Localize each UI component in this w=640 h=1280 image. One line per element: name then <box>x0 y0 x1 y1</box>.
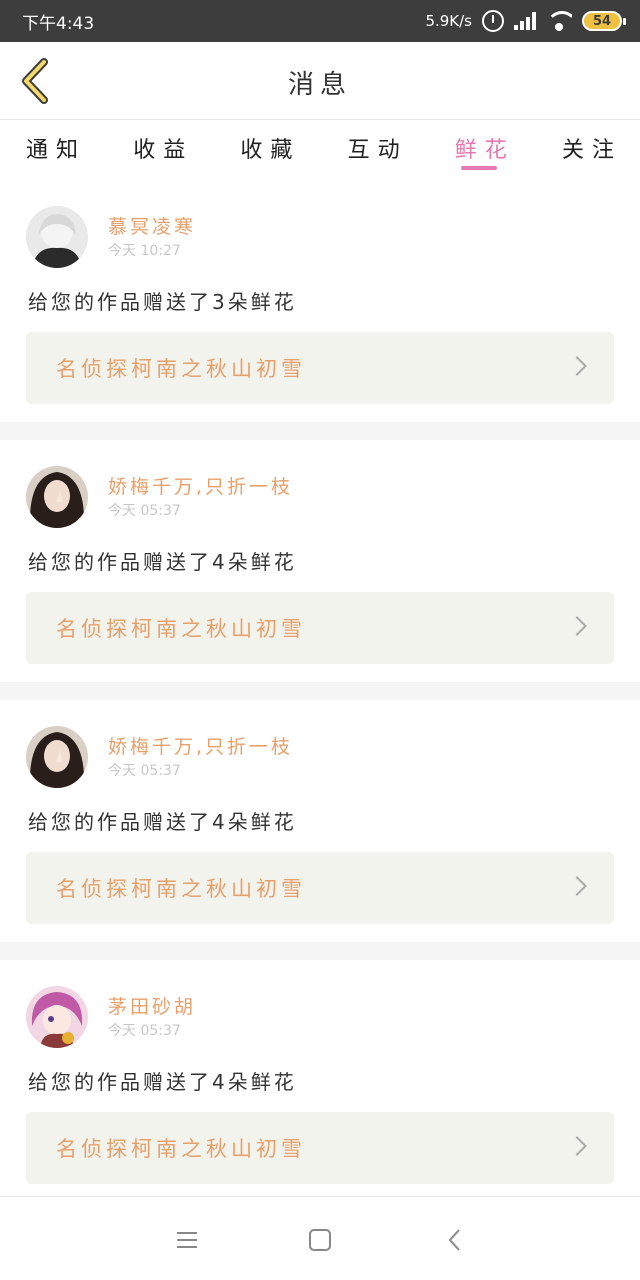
active-tab-indicator <box>460 166 497 170</box>
message-text: 给您的作品赠送了3朵鲜花 <box>28 290 297 314</box>
wifi-icon <box>546 11 572 31</box>
divider <box>0 942 640 960</box>
work-title: 名侦探柯南之秋山初雪 <box>56 357 306 381</box>
message-text: 给您的作品赠送了4朵鲜花 <box>28 1070 297 1094</box>
message-card: 娇梅千万,只折一枝 今天 05:37 给您的作品赠送了4朵鲜花 名侦探柯南之秋山… <box>0 440 640 682</box>
status-icons: 5.9K/s 54 <box>425 10 626 32</box>
work-link[interactable]: 名侦探柯南之秋山初雪 <box>26 1112 614 1184</box>
network-speed: 5.9K/s <box>425 12 472 30</box>
sender-name[interactable]: 娇梅千万,只折一枝 <box>108 732 293 759</box>
menu-button[interactable] <box>172 1225 202 1255</box>
battery-icon: 54 <box>582 11 626 31</box>
sender-name[interactable]: 慕冥凌寒 <box>108 212 196 239</box>
chevron-right-icon <box>567 616 587 636</box>
avatar[interactable] <box>26 466 88 528</box>
work-link[interactable]: 名侦探柯南之秋山初雪 <box>26 592 614 664</box>
message-time: 今天 05:37 <box>108 763 181 779</box>
chevron-right-icon <box>567 356 587 376</box>
home-button[interactable] <box>305 1225 335 1255</box>
avatar[interactable] <box>26 726 88 788</box>
tab-earnings[interactable]: 收益 <box>133 120 193 180</box>
avatar[interactable] <box>26 206 88 268</box>
chevron-right-icon <box>567 876 587 896</box>
tab-favorites[interactable]: 收藏 <box>240 120 300 180</box>
work-title: 名侦探柯南之秋山初雪 <box>56 877 306 901</box>
square-home-icon <box>309 1229 331 1251</box>
divider <box>0 682 640 700</box>
tab-interactions[interactable]: 互动 <box>348 120 408 180</box>
work-link[interactable]: 名侦探柯南之秋山初雪 <box>26 332 614 404</box>
message-card: 茅田砂胡 今天 05:37 给您的作品赠送了4朵鲜花 名侦探柯南之秋山初雪 <box>0 960 640 1202</box>
tab-bar: 通知 收益 收藏 互动 鲜花 关注 <box>0 120 640 180</box>
tab-following[interactable]: 关注 <box>562 120 622 180</box>
message-card: 慕冥凌寒 今天 10:27 给您的作品赠送了3朵鲜花 名侦探柯南之秋山初雪 <box>0 180 640 422</box>
status-bar: 下午4:43 5.9K/s 54 <box>0 0 640 42</box>
menu-icon <box>177 1232 197 1248</box>
message-list: 慕冥凌寒 今天 10:27 给您的作品赠送了3朵鲜花 名侦探柯南之秋山初雪 娇梅… <box>0 180 640 1202</box>
back-triangle-icon <box>448 1229 460 1251</box>
back-nav-button[interactable] <box>440 1225 470 1255</box>
work-title: 名侦探柯南之秋山初雪 <box>56 617 306 641</box>
tab-flowers[interactable]: 鲜花 <box>455 120 515 180</box>
message-time: 今天 05:37 <box>108 503 181 519</box>
avatar[interactable] <box>26 986 88 1048</box>
system-nav-bar <box>0 1196 640 1280</box>
signal-icon <box>514 12 536 30</box>
chevron-right-icon <box>567 1136 587 1156</box>
message-text: 给您的作品赠送了4朵鲜花 <box>28 550 297 574</box>
message-text: 给您的作品赠送了4朵鲜花 <box>28 810 297 834</box>
alarm-icon <box>482 10 504 32</box>
work-link[interactable]: 名侦探柯南之秋山初雪 <box>26 852 614 924</box>
battery-level: 54 <box>592 13 612 29</box>
message-time: 今天 05:37 <box>108 1023 181 1039</box>
message-card: 娇梅千万,只折一枝 今天 05:37 给您的作品赠送了4朵鲜花 名侦探柯南之秋山… <box>0 700 640 942</box>
sender-name[interactable]: 娇梅千万,只折一枝 <box>108 472 293 499</box>
page-title: 消息 <box>287 70 352 100</box>
sender-name[interactable]: 茅田砂胡 <box>108 992 196 1019</box>
app-header: 消息 <box>0 42 640 120</box>
message-time: 今天 10:27 <box>108 243 181 259</box>
divider <box>0 422 640 440</box>
tab-notifications[interactable]: 通知 <box>26 120 86 180</box>
work-title: 名侦探柯南之秋山初雪 <box>56 1137 306 1161</box>
status-time: 下午4:43 <box>22 13 95 34</box>
